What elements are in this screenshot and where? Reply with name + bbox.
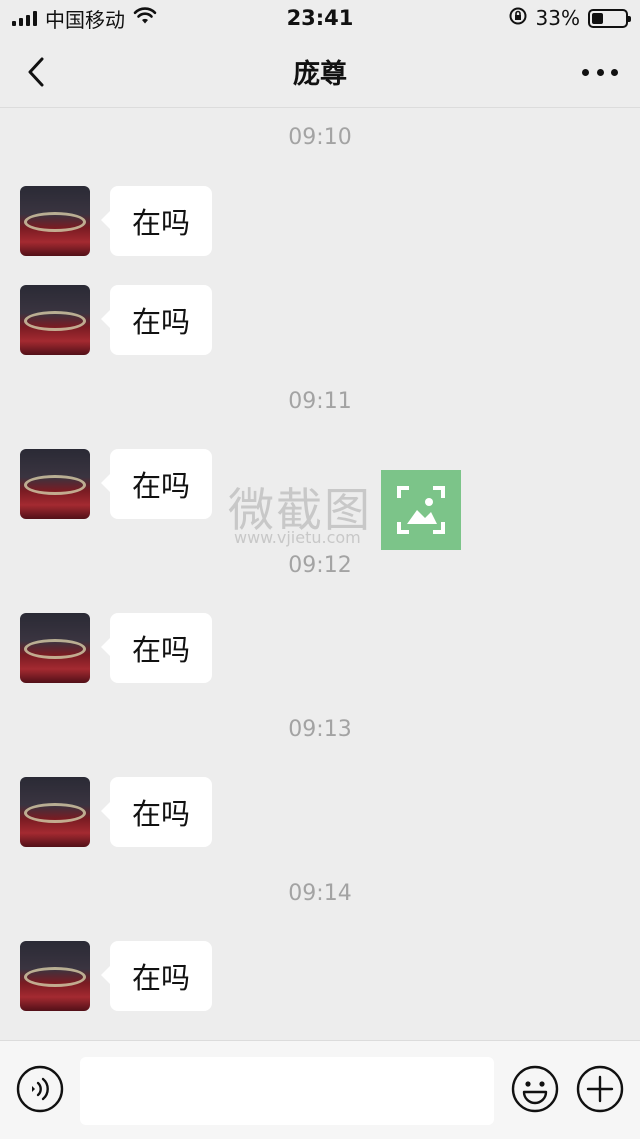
message-bubble[interactable]: 在吗 xyxy=(100,941,213,1011)
message-text: 在吗 xyxy=(132,797,191,831)
chat-screen: 中国移动 23:41 33% 庞尊 09:10 在吗 在吗 09:11 在吗 0… xyxy=(0,0,640,1139)
timestamp: 09:10 xyxy=(288,125,352,150)
message-row: 在吗 xyxy=(20,613,213,683)
message-row: 在吗 xyxy=(20,285,213,355)
message-text: 在吗 xyxy=(132,469,191,503)
status-right: 33% xyxy=(508,6,631,31)
chat-title: 庞尊 xyxy=(293,59,347,90)
battery-percent: 33% xyxy=(535,6,580,30)
nav-bar: 庞尊 xyxy=(0,36,640,108)
emoji-icon[interactable] xyxy=(511,1065,559,1113)
message-row: 在吗 xyxy=(20,449,213,519)
avatar[interactable] xyxy=(20,777,90,847)
status-bar: 中国移动 23:41 33% xyxy=(0,0,640,36)
battery-icon xyxy=(588,8,631,28)
watermark-url: www.vjietu.com xyxy=(234,528,361,547)
message-input[interactable] xyxy=(80,1057,494,1125)
message-list[interactable]: 09:10 在吗 在吗 09:11 在吗 09:12 在吗 09:13 在吗 0… xyxy=(0,109,640,1039)
message-bubble[interactable]: 在吗 xyxy=(100,285,213,355)
orientation-lock-icon xyxy=(508,6,528,31)
message-bubble[interactable]: 在吗 xyxy=(100,186,213,256)
watermark-logo-icon xyxy=(381,470,461,550)
carrier-label: 中国移动 xyxy=(45,7,125,32)
timestamp: 09:11 xyxy=(288,389,352,414)
message-text: 在吗 xyxy=(132,633,191,667)
watermark: 微截图 www.vjietu.com xyxy=(228,470,464,550)
back-arrow-icon[interactable] xyxy=(22,56,52,88)
message-row: 在吗 xyxy=(20,186,213,256)
message-text: 在吗 xyxy=(132,206,191,240)
status-left: 中国移动 xyxy=(12,4,157,33)
avatar[interactable] xyxy=(20,186,90,256)
message-bubble[interactable]: 在吗 xyxy=(100,449,213,519)
more-dots-icon[interactable] xyxy=(582,60,618,84)
message-text: 在吗 xyxy=(132,961,191,995)
timestamp: 09:12 xyxy=(288,553,352,578)
message-row: 在吗 xyxy=(20,941,213,1011)
signal-icon xyxy=(12,10,37,26)
message-bubble[interactable]: 在吗 xyxy=(100,777,213,847)
avatar[interactable] xyxy=(20,285,90,355)
message-row: 在吗 xyxy=(20,777,213,847)
avatar[interactable] xyxy=(20,613,90,683)
timestamp: 09:14 xyxy=(288,881,352,906)
avatar[interactable] xyxy=(20,941,90,1011)
wifi-icon xyxy=(133,6,157,30)
timestamp: 09:13 xyxy=(288,717,352,742)
message-bubble[interactable]: 在吗 xyxy=(100,613,213,683)
plus-icon[interactable] xyxy=(576,1065,624,1113)
message-text: 在吗 xyxy=(132,305,191,339)
voice-icon[interactable] xyxy=(16,1065,64,1113)
avatar[interactable] xyxy=(20,449,90,519)
input-bar xyxy=(0,1040,640,1139)
